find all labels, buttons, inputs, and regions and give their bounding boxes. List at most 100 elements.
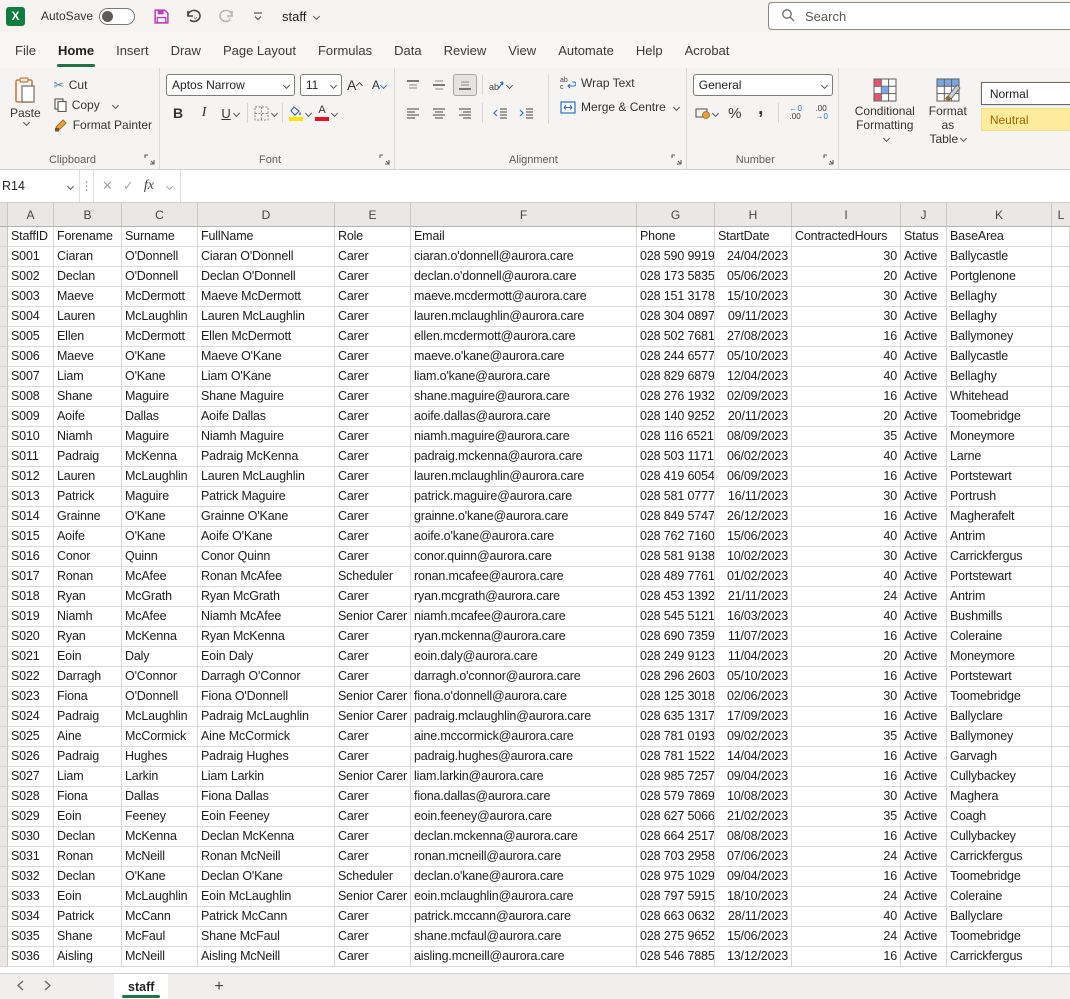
cell[interactable]: 16 — [792, 947, 901, 967]
cell[interactable]: Aisling — [54, 947, 122, 967]
cell[interactable]: Active — [901, 287, 947, 307]
cell[interactable]: Carer — [335, 467, 411, 487]
cell[interactable] — [1052, 807, 1070, 827]
cell[interactable]: 028 140 9252 — [637, 407, 715, 427]
cell[interactable]: 06/02/2023 — [715, 447, 792, 467]
cell[interactable]: Ballymoney — [947, 727, 1052, 747]
cell[interactable]: Patrick — [54, 487, 122, 507]
dialog-launcher-icon[interactable] — [671, 154, 682, 165]
cell[interactable]: O'Donnell — [122, 687, 198, 707]
select-all-corner[interactable] — [0, 203, 8, 226]
cell[interactable]: Status — [901, 227, 947, 247]
cell[interactable]: 028 985 7257 — [637, 767, 715, 787]
cell[interactable]: 09/04/2023 — [715, 767, 792, 787]
row-header[interactable] — [0, 547, 8, 567]
formula-input[interactable] — [181, 170, 1070, 202]
cell[interactable]: Maguire — [122, 387, 198, 407]
cell[interactable]: Aoife O'Kane — [198, 527, 335, 547]
increase-font-size-button[interactable]: A — [344, 74, 366, 96]
cell[interactable]: Surname — [122, 227, 198, 247]
cell[interactable]: 028 664 2517 — [637, 827, 715, 847]
cell[interactable]: 40 — [792, 527, 901, 547]
cell[interactable]: Active — [901, 247, 947, 267]
cell[interactable]: Declan — [54, 267, 122, 287]
column-header-K[interactable]: K — [947, 203, 1052, 226]
cell[interactable]: 15/10/2023 — [715, 287, 792, 307]
cell[interactable]: 028 244 6577 — [637, 347, 715, 367]
cell[interactable]: 028 502 7681 — [637, 327, 715, 347]
cell[interactable]: McAfee — [122, 607, 198, 627]
cell[interactable]: S027 — [8, 767, 54, 787]
cell[interactable] — [1052, 847, 1070, 867]
cell[interactable]: Maguire — [122, 427, 198, 447]
cell[interactable]: Active — [901, 787, 947, 807]
cell[interactable]: Padraig McLaughlin — [198, 707, 335, 727]
cell[interactable] — [1052, 387, 1070, 407]
cell[interactable] — [1052, 307, 1070, 327]
cell[interactable]: Lauren — [54, 467, 122, 487]
cell[interactable]: 16 — [792, 827, 901, 847]
cell[interactable]: Carer — [335, 407, 411, 427]
cell[interactable]: Carer — [335, 447, 411, 467]
cell[interactable]: Ryan McGrath — [198, 587, 335, 607]
cell[interactable]: 20/11/2023 — [715, 407, 792, 427]
cell[interactable]: Patrick Maguire — [198, 487, 335, 507]
cell[interactable]: 30 — [792, 547, 901, 567]
cell[interactable]: Niamh McAfee — [198, 607, 335, 627]
cell[interactable]: 028 503 1171 — [637, 447, 715, 467]
cell[interactable]: Ellen — [54, 327, 122, 347]
cell[interactable]: 028 762 7160 — [637, 527, 715, 547]
cell[interactable]: Carer — [335, 787, 411, 807]
cell[interactable]: Bushmills — [947, 607, 1052, 627]
cell[interactable]: 028 304 0897 — [637, 307, 715, 327]
cell[interactable]: Carer — [335, 287, 411, 307]
cell[interactable]: Bellaghy — [947, 307, 1052, 327]
cell[interactable]: Fiona — [54, 787, 122, 807]
cell[interactable]: Dallas — [122, 407, 198, 427]
cell[interactable]: Ronan McAfee — [198, 567, 335, 587]
row-header[interactable] — [0, 707, 8, 727]
cell[interactable]: Declan McKenna — [198, 827, 335, 847]
cell[interactable]: Shane — [54, 927, 122, 947]
cell[interactable]: aine.mccormick@aurora.care — [411, 727, 637, 747]
column-header-H[interactable]: H — [715, 203, 792, 226]
cell[interactable]: Larne — [947, 447, 1052, 467]
cell[interactable]: 07/06/2023 — [715, 847, 792, 867]
cell[interactable]: Aoife Dallas — [198, 407, 335, 427]
cell[interactable]: 028 849 5747 — [637, 507, 715, 527]
cell[interactable]: S007 — [8, 367, 54, 387]
cell[interactable]: 16 — [792, 667, 901, 687]
cell[interactable]: S019 — [8, 607, 54, 627]
cell[interactable]: 24 — [792, 927, 901, 947]
cell[interactable]: grainne.o'kane@aurora.care — [411, 507, 637, 527]
bold-button[interactable]: B — [166, 102, 190, 124]
cell[interactable] — [1052, 487, 1070, 507]
cell[interactable]: 028 125 3018 — [637, 687, 715, 707]
cell[interactable]: Bellaghy — [947, 287, 1052, 307]
borders-button[interactable] — [253, 102, 277, 124]
cell[interactable]: 35 — [792, 807, 901, 827]
cell[interactable]: fiona.o'donnell@aurora.care — [411, 687, 637, 707]
cell[interactable]: patrick.maguire@aurora.care — [411, 487, 637, 507]
cell[interactable]: maeve.o'kane@aurora.care — [411, 347, 637, 367]
cell[interactable]: 16 — [792, 467, 901, 487]
cell[interactable]: Toomebridge — [947, 687, 1052, 707]
tab-file[interactable]: File — [4, 34, 47, 67]
cell[interactable]: 028 781 1522 — [637, 747, 715, 767]
increase-indent-button[interactable] — [514, 102, 538, 124]
cell[interactable]: Cullybackey — [947, 827, 1052, 847]
cell[interactable]: Liam — [54, 367, 122, 387]
cell[interactable] — [1052, 367, 1070, 387]
cell[interactable]: Toomebridge — [947, 927, 1052, 947]
cell[interactable]: 028 151 3178 — [637, 287, 715, 307]
cell[interactable]: Padraig McKenna — [198, 447, 335, 467]
row-header[interactable] — [0, 727, 8, 747]
cell[interactable] — [1052, 907, 1070, 927]
column-header-L[interactable]: L — [1052, 203, 1070, 226]
cell[interactable]: S006 — [8, 347, 54, 367]
cell[interactable] — [1052, 867, 1070, 887]
cell[interactable]: declan.mckenna@aurora.care — [411, 827, 637, 847]
cell[interactable]: 028 545 5121 — [637, 607, 715, 627]
column-header-E[interactable]: E — [335, 203, 411, 226]
cell[interactable]: 028 690 7359 — [637, 627, 715, 647]
